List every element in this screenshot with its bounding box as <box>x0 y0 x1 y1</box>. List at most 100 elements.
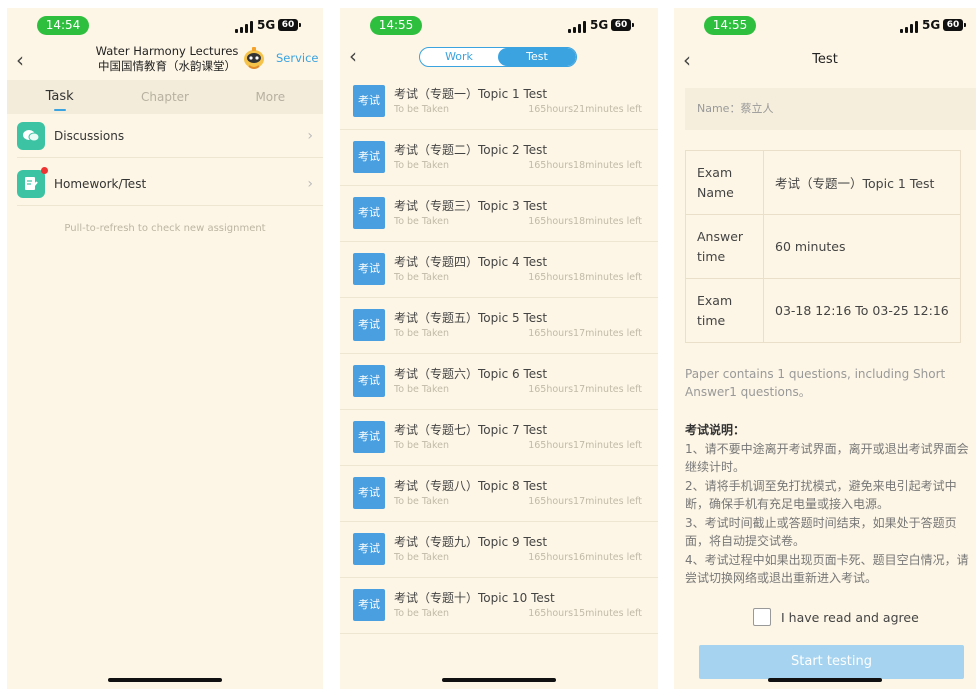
test-list-item[interactable]: 考试 考试（专题九）Topic 9 Test To be Taken 165hours… <box>340 522 658 578</box>
candidate-name: Name：蔡立人 <box>685 88 976 130</box>
test-list: 考试 考试（专题一）Topic 1 Test To be Taken 165hours… <box>340 74 658 634</box>
table-row: Answer time 60 minutes <box>685 214 961 279</box>
status-bar: 14:54 5G 60 <box>7 8 323 46</box>
work-test-switch: Work Test <box>419 47 577 67</box>
status-bar: 14:55 5G 60 <box>340 8 658 46</box>
discussions-label: Discussions <box>54 128 125 143</box>
network-label: 5G <box>922 18 941 32</box>
signal-icon <box>900 21 918 33</box>
exam-badge: 考试 <box>353 197 385 229</box>
homework-test-row[interactable]: Homework/Test › <box>17 162 323 206</box>
battery-icon: 60 <box>278 19 301 31</box>
test-title: 考试（专题七）Topic 7 Test <box>394 423 548 437</box>
agree-checkbox-row[interactable]: I have read and agree <box>753 608 919 626</box>
test-status: To be Taken <box>394 608 449 619</box>
battery-icon: 60 <box>611 19 634 31</box>
notification-dot <box>41 166 48 174</box>
time-remaining: 165hours17minutes left <box>528 328 642 339</box>
clock: 14:55 <box>370 16 422 35</box>
test-title: 考试（专题五）Topic 5 Test <box>394 311 548 325</box>
homework-test-label: Homework/Test <box>54 176 147 191</box>
mascot-icon <box>244 47 264 69</box>
exam-badge: 考试 <box>353 421 385 453</box>
instruction-item: 1、请不要中途离开考试界面，离开或退出考试界面会继续计时。 <box>685 441 969 475</box>
time-remaining: 165hours18minutes left <box>528 160 642 171</box>
test-status: To be Taken <box>394 328 449 339</box>
exam-badge: 考试 <box>353 85 385 117</box>
course-tabs: Task Chapter More <box>7 80 323 114</box>
test-list-item[interactable]: 考试 考试（专题八）Topic 8 Test To be Taken 165hours… <box>340 466 658 522</box>
exam-badge: 考试 <box>353 253 385 285</box>
test-status: To be Taken <box>394 272 449 283</box>
test-title: 考试（专题一）Topic 1 Test <box>394 87 548 101</box>
home-indicator[interactable] <box>768 678 882 682</box>
test-title: 考试（专题二）Topic 2 Test <box>394 143 548 157</box>
network-label: 5G <box>257 18 276 32</box>
test-status: To be Taken <box>394 440 449 451</box>
segment-work[interactable]: Work <box>420 48 498 66</box>
time-remaining: 165hours21minutes left <box>528 104 642 115</box>
time-remaining: 165hours17minutes left <box>528 440 642 451</box>
clock: 14:55 <box>704 16 756 35</box>
instruction-item: 2、请将手机调至免打扰模式，避免来电引起考试中断，确保手机有充足电量或接入电源。 <box>685 478 957 512</box>
tab-task[interactable]: Task <box>7 80 112 114</box>
exam-instructions: 考试说明： 1、请不要中途离开考试界面，离开或退出考试界面会继续计时。 2、请将… <box>685 421 972 588</box>
course-title-en: Water Harmony Lectures <box>95 44 239 58</box>
agree-label: I have read and agree <box>781 609 919 625</box>
start-testing-button[interactable]: Start testing <box>699 645 964 679</box>
chevron-right-icon: › <box>307 175 313 192</box>
test-title: 考试（专题九）Topic 9 Test <box>394 535 548 549</box>
test-list-item[interactable]: 考试 考试（专题十）Topic 10 Test To be Taken 165hour… <box>340 578 658 634</box>
exam-badge: 考试 <box>353 141 385 173</box>
test-list-item[interactable]: 考试 考试（专题五）Topic 5 Test To be Taken 165hours… <box>340 298 658 354</box>
course-task-screen: 14:54 5G 60 ‹ Water Harmony Lectures 中国国… <box>7 8 323 689</box>
exam-time-value: 03-18 12:16 To 03-25 12:16 <box>763 278 961 343</box>
home-indicator[interactable] <box>442 678 556 682</box>
test-title: 考试（专题三）Topic 3 Test <box>394 199 548 213</box>
back-chevron-icon[interactable]: ‹ <box>16 48 24 72</box>
test-status: To be Taken <box>394 160 449 171</box>
test-detail-screen: 14:55 5G 60 ‹ Test Name：蔡立人 Exam Name 考试… <box>674 8 976 689</box>
home-indicator[interactable] <box>108 678 222 682</box>
service-link[interactable]: Service <box>276 51 319 65</box>
tab-chapter[interactable]: Chapter <box>112 80 217 114</box>
test-list-item[interactable]: 考试 考试（专题一）Topic 1 Test To be Taken 165hours… <box>340 74 658 130</box>
answer-time-value: 60 minutes <box>763 214 961 279</box>
exam-badge: 考试 <box>353 589 385 621</box>
chevron-right-icon: › <box>307 127 313 144</box>
time-remaining: 165hours16minutes left <box>528 552 642 563</box>
instruction-item: 3、考试时间截止或答题时间结束，如果处于答题页面，将自动提交试卷。 <box>685 515 957 549</box>
table-row: Exam time 03-18 12:16 To 03-25 12:16 <box>685 278 961 343</box>
exam-badge: 考试 <box>353 477 385 509</box>
chat-bubble-icon <box>17 121 45 150</box>
discussions-row[interactable]: Discussions › <box>17 114 323 158</box>
exam-info-table: Exam Name 考试（专题一）Topic 1 Test Answer tim… <box>685 150 961 343</box>
test-list-item[interactable]: 考试 考试（专题七）Topic 7 Test To be Taken 165hours… <box>340 410 658 466</box>
test-title: 考试（专题八）Topic 8 Test <box>394 479 548 493</box>
test-status: To be Taken <box>394 216 449 227</box>
test-list-item[interactable]: 考试 考试（专题二）Topic 2 Test To be Taken 165hours… <box>340 130 658 186</box>
time-remaining: 165hours15minutes left <box>528 608 642 619</box>
course-title: Water Harmony Lectures 中国国情教育（水韵课堂） <box>77 44 257 74</box>
segment-test[interactable]: Test <box>498 48 576 66</box>
back-chevron-icon[interactable]: ‹ <box>349 44 357 68</box>
test-title: 考试（专题四）Topic 4 Test <box>394 255 548 269</box>
clock: 14:54 <box>37 16 89 35</box>
exam-name-label: Exam Name <box>685 150 764 215</box>
exam-badge: 考试 <box>353 309 385 341</box>
answer-time-label: Answer time <box>685 214 764 279</box>
test-list-screen: 14:55 5G 60 ‹ Work Test 考试 考试（专题一）Topic 1… <box>340 8 658 689</box>
test-list-item[interactable]: 考试 考试（专题三）Topic 3 Test To be Taken 165hours… <box>340 186 658 242</box>
exam-time-label: Exam time <box>685 278 764 343</box>
course-title-cn: 中国国情教育（水韵课堂） <box>98 59 236 73</box>
signal-icon <box>235 21 253 33</box>
table-row: Exam Name 考试（专题一）Topic 1 Test <box>685 150 961 215</box>
agree-checkbox[interactable] <box>753 608 771 626</box>
test-list-item[interactable]: 考试 考试（专题六）Topic 6 Test To be Taken 165hours… <box>340 354 658 410</box>
instruction-item: 4、考试过程中如果出现页面卡死、题目空白情况，请尝试切换网络或退出重新进入考试。 <box>685 552 969 586</box>
test-list-item[interactable]: 考试 考试（专题四）Topic 4 Test To be Taken 165hours… <box>340 242 658 298</box>
exam-name-value: 考试（专题一）Topic 1 Test <box>763 150 961 215</box>
test-status: To be Taken <box>394 104 449 115</box>
test-title: 考试（专题六）Topic 6 Test <box>394 367 548 381</box>
tab-more[interactable]: More <box>218 80 323 114</box>
